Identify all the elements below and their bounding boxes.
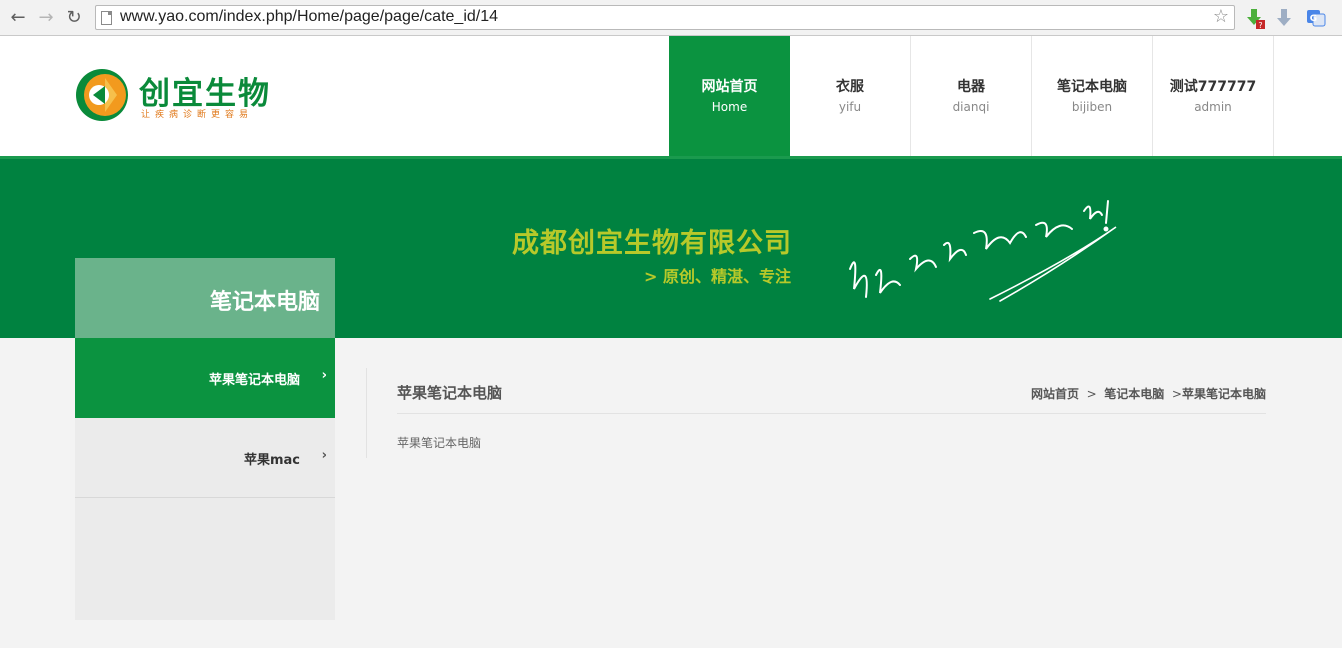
nav-item-home[interactable]: 网站首页 Home bbox=[669, 36, 790, 156]
chevron-right-icon: › bbox=[321, 368, 327, 383]
handwritten-slogan-image bbox=[849, 200, 1117, 302]
forward-arrow-icon[interactable]: → bbox=[36, 8, 56, 28]
nav-sublabel: dianqi bbox=[952, 100, 990, 114]
chevron-right-icon: › bbox=[321, 448, 327, 463]
breadcrumb-category[interactable]: 笔记本电脑 bbox=[1104, 387, 1164, 401]
nav-label: 衣服 bbox=[836, 79, 864, 95]
nav-label: 测试777777 bbox=[1169, 79, 1257, 95]
back-arrow-icon[interactable]: ← bbox=[8, 8, 28, 28]
sidebar-item-label: 苹果笔记本电脑 bbox=[208, 373, 300, 388]
nav-label: 网站首页 bbox=[701, 79, 758, 95]
site-header: 创宜生物 让疾病诊断更容易 网站首页 Home 衣服 yifu 电器 dianq… bbox=[0, 36, 1342, 156]
breadcrumb-current[interactable]: 苹果笔记本电脑 bbox=[1182, 387, 1266, 401]
nav-label: 电器 bbox=[957, 79, 985, 95]
nav-sublabel: bijiben bbox=[1071, 100, 1113, 114]
sidebar-title: 笔记本电脑 bbox=[75, 258, 335, 338]
download-arrow-icon[interactable] bbox=[1273, 7, 1295, 29]
nav-item-bijiben[interactable]: 笔记本电脑 bijiben bbox=[1032, 36, 1153, 156]
sidebar-item-apple-laptop[interactable]: 苹果笔记本电脑 › bbox=[75, 338, 335, 418]
download-extension-icon[interactable]: ? bbox=[1244, 7, 1266, 30]
sidebar-menu: 苹果笔记本电脑 › 苹果mac › bbox=[75, 338, 335, 620]
breadcrumb: 网站首页 > 笔记本电脑 >苹果笔记本电脑 bbox=[1030, 387, 1266, 401]
main-content: 苹果笔记本电脑 网站首页 > 笔记本电脑 >苹果笔记本电脑 苹果笔记本电脑 bbox=[366, 368, 1266, 458]
sidebar-item-label: 苹果mac bbox=[243, 453, 300, 468]
translate-icon[interactable]: G bbox=[1305, 7, 1327, 29]
svg-text:G: G bbox=[1310, 14, 1317, 24]
address-bar[interactable]: www.yao.com/index.php/Home/page/page/cat… bbox=[95, 5, 1235, 30]
sidebar-item-apple-mac[interactable]: 苹果mac › bbox=[75, 418, 335, 498]
divider bbox=[397, 413, 1266, 414]
url-text[interactable]: www.yao.com/index.php/Home/page/page/cat… bbox=[120, 8, 498, 26]
nav-item-dianqi[interactable]: 电器 dianqi bbox=[911, 36, 1032, 156]
article-body: 苹果笔记本电脑 bbox=[397, 436, 482, 450]
page-title: 苹果笔记本电脑 bbox=[397, 384, 503, 402]
nav-sublabel: Home bbox=[711, 100, 748, 114]
nav-sublabel: yifu bbox=[838, 100, 862, 114]
logo-mark-icon bbox=[76, 69, 128, 121]
nav-item-yifu[interactable]: 衣服 yifu bbox=[790, 36, 911, 156]
sidebar-title-text: 笔记本电脑 bbox=[209, 290, 320, 315]
nav-label: 笔记本电脑 bbox=[1057, 79, 1127, 95]
nav-item-admin[interactable]: 测试777777 admin bbox=[1153, 36, 1274, 156]
brand-slogan: 让疾病诊断更容易 bbox=[141, 110, 254, 120]
banner-motto: > 原创、精湛、专注 bbox=[644, 267, 791, 286]
svg-text:?: ? bbox=[1258, 21, 1262, 29]
reload-icon[interactable]: ↻ bbox=[64, 8, 84, 28]
banner-company-name: 成都创宜生物有限公司 bbox=[512, 228, 792, 259]
page-icon bbox=[101, 11, 112, 25]
browser-toolbar: ← → ↻ www.yao.com/index.php/Home/page/pa… bbox=[0, 0, 1342, 36]
site-logo[interactable]: 创宜生物 让疾病诊断更容易 bbox=[75, 68, 285, 124]
star-icon[interactable]: ☆ bbox=[1213, 7, 1229, 27]
main-nav: 网站首页 Home 衣服 yifu 电器 dianqi 笔记本电脑 bijibe… bbox=[669, 36, 1274, 156]
nav-sublabel: admin bbox=[1194, 100, 1232, 114]
breadcrumb-home[interactable]: 网站首页 bbox=[1031, 387, 1079, 401]
